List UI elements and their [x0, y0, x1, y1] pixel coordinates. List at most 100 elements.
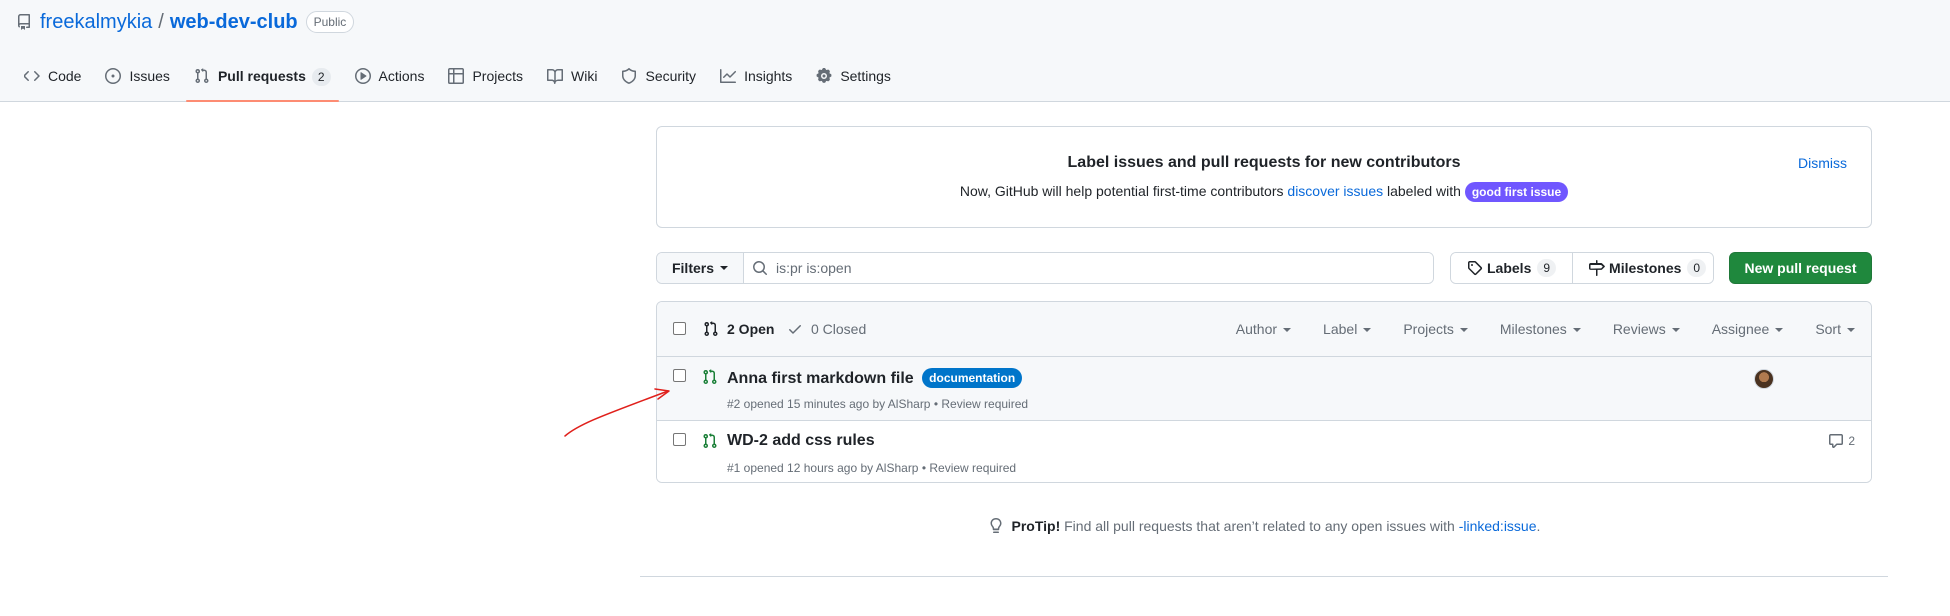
projects-filter[interactable]: Projects	[1403, 321, 1468, 337]
footer-divider	[640, 576, 1888, 577]
table-icon	[448, 68, 465, 84]
filters-search-group: Filters	[656, 252, 1434, 284]
tag-icon	[1467, 260, 1483, 276]
filters-button[interactable]: Filters	[657, 253, 744, 283]
tab-wiki[interactable]: Wiki	[539, 62, 605, 102]
label-filter[interactable]: Label	[1323, 321, 1372, 337]
tab-actions-label: Actions	[378, 68, 425, 84]
table-row[interactable]: WD-2 add css rules #1 opened 12 hours ag…	[657, 421, 1871, 482]
pr-title: WD-2 add css rules	[727, 432, 875, 449]
code-icon	[24, 68, 40, 84]
tab-pull-requests[interactable]: Pull requests 2	[185, 62, 339, 102]
milestones-filter[interactable]: Milestones	[1500, 321, 1581, 337]
tab-issues-label: Issues	[129, 68, 170, 84]
play-icon	[354, 68, 371, 84]
chevron-down-icon	[1572, 328, 1581, 333]
projects-filter-label: Projects	[1403, 321, 1454, 337]
table-row[interactable]: Anna first markdown file documentation #…	[657, 357, 1871, 421]
tab-pull-requests-label: Pull requests	[217, 68, 306, 84]
tab-projects-label: Projects	[472, 68, 524, 84]
issue-opened-icon	[105, 68, 122, 84]
comments-count: 2	[1848, 434, 1855, 448]
search-box	[744, 253, 1433, 283]
repo-nav-tabs: Code Issues Pull requests 2 Actions Proj…	[16, 62, 907, 102]
author-filter-label: Author	[1235, 321, 1278, 337]
banner-text: Now, GitHub will help potential first-ti…	[657, 182, 1871, 202]
milestones-button[interactable]: Milestones 0	[1572, 253, 1713, 283]
chevron-down-icon	[720, 266, 728, 270]
assignee-avatar[interactable]	[1754, 369, 1774, 389]
tab-security[interactable]: Security	[613, 62, 704, 102]
chevron-down-icon	[1671, 328, 1680, 333]
chevron-down-icon	[1459, 328, 1468, 333]
pr-meta: #1 opened 12 hours ago by AlSharp • Revi…	[727, 461, 1017, 475]
comments-link[interactable]: 2	[1828, 433, 1855, 449]
tab-wiki-label: Wiki	[571, 68, 598, 84]
tab-insights-label: Insights	[744, 68, 793, 84]
protip-text: Find all pull requests that aren’t relat…	[1064, 518, 1455, 534]
tab-settings[interactable]: Settings	[808, 62, 899, 102]
pr-title-link[interactable]: Anna first markdown file documentation	[727, 368, 1023, 388]
tab-code[interactable]: Code	[16, 62, 89, 102]
chevron-down-icon	[1775, 328, 1784, 333]
chevron-down-icon	[1847, 328, 1855, 333]
closed-filter[interactable]: 0 Closed	[787, 321, 866, 337]
tab-issues[interactable]: Issues	[97, 62, 177, 102]
tab-actions[interactable]: Actions	[347, 62, 433, 102]
open-filter[interactable]: 2 Open	[703, 321, 774, 337]
tab-code-label: Code	[48, 68, 82, 84]
pr-title-link[interactable]: WD-2 add css rules	[727, 432, 875, 450]
banner-text-before: Now, GitHub will help potential first-ti…	[959, 183, 1284, 199]
tab-insights[interactable]: Insights	[712, 62, 800, 102]
good-first-issue-label[interactable]: good first issue	[1464, 182, 1569, 202]
first-contributors-banner: Label issues and pull requests for new c…	[656, 126, 1872, 228]
shield-icon	[621, 68, 637, 84]
book-icon	[547, 68, 564, 84]
protip-end: .	[1536, 518, 1541, 534]
gear-icon	[816, 68, 832, 84]
milestones-filter-label: Milestones	[1499, 321, 1567, 337]
git-pull-request-icon	[702, 369, 718, 385]
git-pull-request-icon	[702, 433, 718, 449]
pull-requests-counter: 2	[311, 68, 331, 86]
select-all-checkbox[interactable]	[673, 322, 686, 335]
labels-milestones-group: Labels 9 Milestones 0	[1450, 252, 1714, 284]
light-bulb-icon	[988, 518, 1004, 534]
assignee-filter-label: Assignee	[1711, 321, 1770, 337]
comment-icon	[1828, 433, 1844, 449]
sort-filter[interactable]: Sort	[1815, 321, 1855, 337]
discover-issues-link[interactable]: discover issues	[1287, 183, 1383, 199]
new-pull-request-button[interactable]: New pull request	[1729, 252, 1872, 284]
assignee-filter[interactable]: Assignee	[1712, 321, 1784, 337]
search-input[interactable]	[776, 260, 1433, 276]
git-pull-request-icon	[194, 68, 210, 84]
milestones-count: 0	[1687, 259, 1707, 277]
milestones-label: Milestones	[1609, 260, 1682, 276]
row-checkbox[interactable]	[673, 369, 686, 382]
pull-request-list: 2 Open 0 Closed Author Label Projects Mi…	[656, 301, 1872, 483]
repo-title: freekalmykia / web-dev-club Public	[16, 10, 355, 34]
chevron-down-icon	[1283, 328, 1292, 333]
dismiss-button[interactable]: Dismiss	[1798, 155, 1847, 171]
sort-filter-label: Sort	[1815, 321, 1841, 337]
linked-issue-link[interactable]: -linked:issue	[1459, 518, 1537, 534]
open-count: 2 Open	[727, 321, 775, 337]
tab-projects[interactable]: Projects	[440, 62, 531, 102]
tab-security-label: Security	[645, 68, 697, 84]
chevron-down-icon	[1363, 328, 1372, 333]
labels-count: 9	[1537, 259, 1557, 277]
repo-icon	[16, 14, 32, 30]
search-icon	[752, 260, 768, 276]
protip: ProTip! Find all pull requests that aren…	[656, 518, 1872, 534]
labels-button[interactable]: Labels 9	[1451, 253, 1573, 283]
author-filter[interactable]: Author	[1235, 321, 1292, 337]
repo-owner-link[interactable]: freekalmykia	[40, 11, 152, 34]
pr-meta: #2 opened 15 minutes ago by AlSharp • Re…	[727, 397, 1029, 411]
reviews-filter[interactable]: Reviews	[1613, 321, 1680, 337]
reviews-filter-label: Reviews	[1612, 321, 1666, 337]
pr-title: Anna first markdown file	[727, 370, 914, 387]
sort-filters: Author Label Projects Milestones Reviews…	[1236, 321, 1855, 337]
documentation-label[interactable]: documentation	[922, 368, 1023, 388]
repo-name-link[interactable]: web-dev-club	[170, 11, 298, 34]
visibility-badge: Public	[305, 11, 355, 33]
